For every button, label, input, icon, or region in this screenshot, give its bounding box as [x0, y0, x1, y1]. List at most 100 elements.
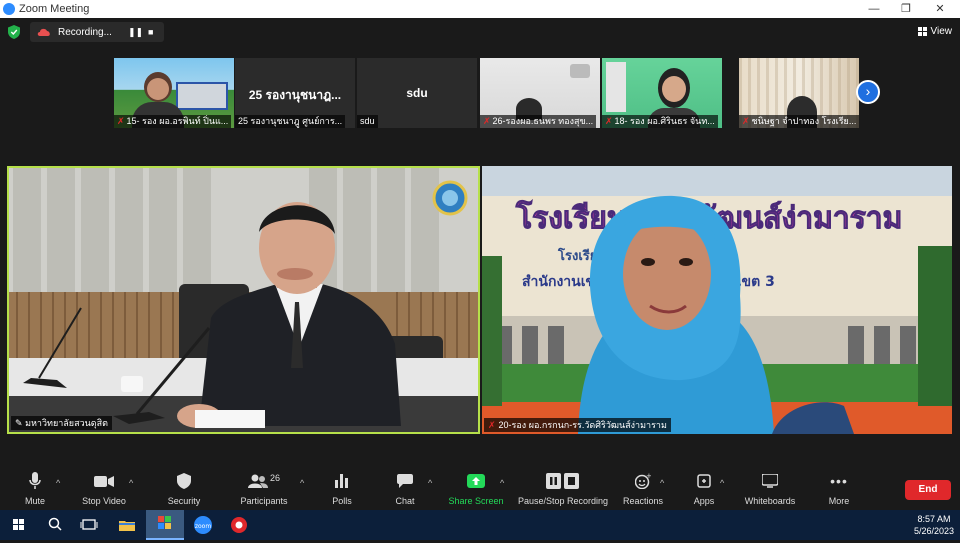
chat-label: Chat: [395, 496, 415, 506]
whiteboards-label: Whiteboards: [744, 496, 796, 506]
clock-time: 8:57 AM: [917, 514, 951, 524]
next-page-button[interactable]: ›: [856, 80, 880, 104]
muted-mic-icon: ✗: [483, 116, 491, 126]
view-button[interactable]: View: [917, 26, 953, 37]
polls-label: Polls: [332, 496, 352, 506]
participant-caption: ✗ 20-รอง ผอ.กรกนก-รร.วัดศิริวัฒนส์ง่ามารา…: [484, 418, 671, 432]
more-label: More: [828, 496, 850, 506]
participant-name-display: 25 รองานุชนาฎ...: [248, 88, 342, 102]
participant-thumbnail[interactable]: ✗ ชนิษฐา จำปาทอง โรงเรีย...: [739, 58, 859, 128]
chat-button[interactable]: Chat: [392, 472, 418, 506]
windows-start-icon[interactable]: [8, 514, 30, 536]
recording-indicator: Recording... ❚❚ ■: [30, 22, 164, 42]
more-dots-icon: •••: [830, 473, 848, 489]
encryption-shield-icon[interactable]: [8, 25, 20, 39]
participants-count: 26: [269, 473, 280, 483]
security-shield-icon: [177, 473, 191, 489]
thumbnail-caption: sdu: [357, 115, 378, 128]
chevron-right-icon: ›: [865, 83, 871, 99]
muted-mic-icon: ✗: [488, 420, 496, 430]
participant-name: ชนิษฐา จำปาทอง โรงเรีย...: [751, 116, 857, 126]
reactions-options-chevron-icon[interactable]: ^: [660, 478, 664, 488]
polls-icon: [335, 474, 348, 488]
participant-thumbnail[interactable]: ✗ 15- รอง ผอ.อรพินท์ ปิ่นแ...: [114, 58, 234, 128]
clock-date: 5/26/2023: [913, 526, 954, 536]
stop-recording-icon[interactable]: ■: [148, 27, 153, 37]
share-screen-button[interactable]: Share Screen: [448, 472, 504, 506]
cloud-recording-icon: [37, 28, 50, 36]
security-button[interactable]: Security: [164, 472, 204, 506]
participant-thumbnail[interactable]: sdu sdu: [357, 58, 477, 128]
participants-button[interactable]: 26 Participants: [236, 472, 292, 506]
mute-label: Mute: [24, 496, 45, 506]
emoji-smiley-icon: +: [635, 473, 651, 489]
video-camera-icon: [94, 475, 114, 487]
chat-bubble-icon: [397, 474, 413, 488]
more-button[interactable]: ••• More: [826, 472, 852, 506]
view-label: View: [930, 26, 953, 37]
active-speaker-video[interactable]: ✎ มหาวิทยาลัยสวนดุสิต: [7, 166, 480, 434]
stop-video-button[interactable]: Stop Video: [78, 472, 130, 506]
participant-thumbnail[interactable]: ✗ 18- รอง ผอ.ศิรินธร จันท...: [602, 58, 722, 128]
participant-name: 15- รอง ผอ.อรพินท์ ปิ่นแ...: [126, 116, 229, 126]
whiteboard-icon: [762, 474, 778, 488]
participants-options-chevron-icon[interactable]: ^: [300, 478, 304, 488]
participant-name: sdu: [360, 116, 375, 126]
participant-thumbnail[interactable]: 25 รองานุชนาฎ... 25 รองานุชนาฎู ศูนย์การ…: [235, 58, 355, 128]
screen-recorder-icon[interactable]: [228, 514, 250, 536]
apps-options-chevron-icon[interactable]: ^: [720, 478, 724, 488]
minimize-button[interactable]: —: [858, 0, 890, 18]
windows-taskbar: zoom 8:57 AM 5/26/2023: [0, 510, 960, 540]
meeting-toolbar: Mute ^ Stop Video ^ Security 26 Particip…: [0, 466, 960, 510]
window-titlebar: Zoom Meeting — ❐ ✕: [0, 0, 960, 18]
pause-stop-recording-button[interactable]: Pause/Stop Recording: [516, 472, 610, 506]
pause-stop-icon: [546, 473, 579, 489]
svg-text:+: +: [646, 473, 651, 480]
participant-name: 18- รอง ผอ.ศิรินธร จันท...: [614, 116, 715, 126]
video-feed: [9, 168, 478, 432]
apps-button[interactable]: Apps: [690, 472, 718, 506]
video-options-chevron-icon[interactable]: ^: [129, 478, 133, 488]
restore-button[interactable]: ❐: [890, 0, 922, 18]
speaker-caption: ✎ มหาวิทยาลัยสวนดุสิต: [11, 416, 112, 430]
participant-video[interactable]: โรงเรียนวัดศิริวัฒนส์ง่ามาราม โรงเรียนชา…: [482, 166, 952, 434]
mute-options-chevron-icon[interactable]: ^: [56, 478, 60, 488]
reactions-label: Reactions: [622, 496, 664, 506]
polls-button[interactable]: Polls: [328, 472, 356, 506]
pin-icon: ✎: [15, 418, 23, 428]
chat-options-chevron-icon[interactable]: ^: [428, 478, 432, 488]
apps-label: Apps: [693, 496, 715, 506]
apps-icon: [697, 474, 711, 488]
svg-text:zoom: zoom: [195, 523, 211, 530]
whiteboards-button[interactable]: Whiteboards: [742, 472, 798, 506]
participant-thumbnail-strip: ✗ 15- รอง ผอ.อรพินท์ ปิ่นแ... 25 รองานุชน…: [0, 58, 960, 128]
task-view-icon[interactable]: [78, 514, 100, 536]
muted-mic-icon: ✗: [605, 116, 613, 126]
zoom-logo-icon: [3, 3, 15, 15]
thumbnail-caption: 25 รองานุชนาฎู ศูนย์การ...: [235, 115, 346, 128]
mute-button[interactable]: Mute: [18, 472, 52, 506]
stop-video-label: Stop Video: [82, 496, 126, 506]
recording-label: Recording...: [58, 26, 112, 38]
participant-name: 20-รอง ผอ.กรกนก-รร.วัดศิริวัฒนส์ง่ามาราม: [498, 420, 667, 430]
participant-name: 26-รองผอ.ธนพร ทองสุข...: [492, 116, 594, 126]
end-meeting-button[interactable]: End: [905, 480, 951, 500]
search-icon[interactable]: [44, 514, 66, 536]
security-label: Security: [167, 496, 201, 506]
window-title: Zoom Meeting: [19, 3, 90, 15]
app-tiles-icon: [158, 516, 171, 529]
taskbar-app-active[interactable]: [146, 510, 184, 540]
grid-view-icon: [917, 27, 927, 36]
zoom-app-icon[interactable]: zoom: [192, 514, 214, 536]
share-screen-label: Share Screen: [448, 496, 504, 506]
participant-name-display: sdu: [406, 86, 428, 100]
muted-mic-icon: ✗: [117, 116, 125, 126]
thumbnail-caption: ✗ 15- รอง ผอ.อรพินท์ ปิ่นแ...: [114, 115, 232, 128]
share-options-chevron-icon[interactable]: ^: [500, 478, 504, 488]
file-explorer-icon[interactable]: [116, 514, 138, 536]
participant-thumbnail[interactable]: ✗ 26-รองผอ.ธนพร ทองสุข...: [480, 58, 600, 128]
system-clock[interactable]: 8:57 AM 5/26/2023: [914, 513, 954, 537]
pause-recording-icon[interactable]: ❚❚: [128, 27, 143, 38]
close-button[interactable]: ✕: [924, 0, 956, 18]
participant-name: มหาวิทยาลัยสวนดุสิต: [25, 418, 108, 428]
